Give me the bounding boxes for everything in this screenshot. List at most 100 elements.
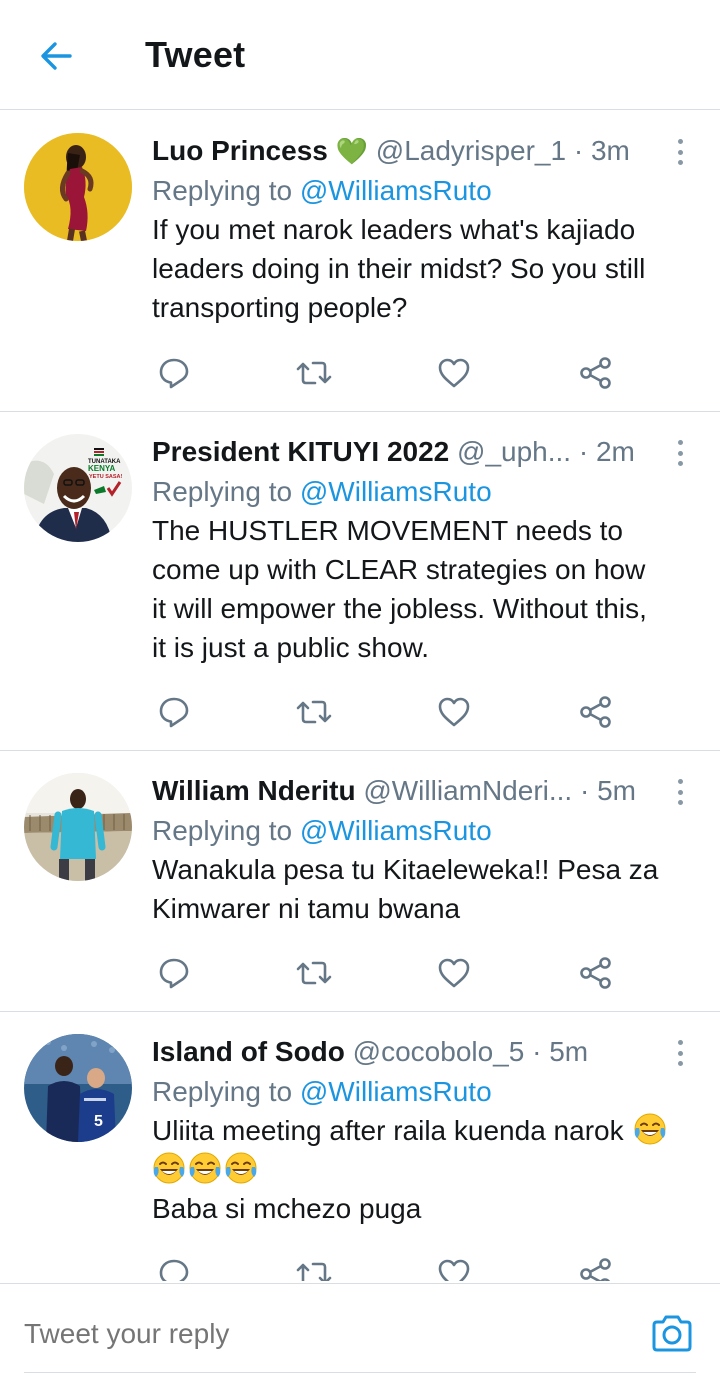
green-heart-emoji: 💚: [335, 136, 368, 166]
tweet-header: Luo Princess 💚 @Ladyrisper_1 · 3m: [152, 133, 660, 169]
share-icon: [580, 957, 611, 989]
mention-link[interactable]: @WilliamsRuto: [300, 1076, 492, 1107]
reply-list[interactable]: Luo Princess 💚 @Ladyrisper_1 · 3m Replyi…: [0, 111, 720, 1281]
retweet-button[interactable]: [294, 953, 334, 993]
share-icon: [580, 1258, 611, 1281]
tweet-text: Wanakula pesa tu Kitaeleweka!! Pesa za K…: [152, 854, 659, 924]
tears-of-joy-emoji: [225, 1152, 257, 1184]
more-vertical-icon: [677, 440, 683, 445]
like-icon: [438, 358, 470, 388]
camera-button[interactable]: [650, 1312, 694, 1356]
reply-input[interactable]: [24, 1316, 624, 1352]
tweet[interactable]: 5 Island of Sodo @cocobolo_5 · 5m Replyi…: [0, 1012, 720, 1281]
avatar[interactable]: [24, 133, 132, 241]
input-underline: [24, 1372, 696, 1373]
reply-icon: [159, 358, 189, 389]
like-icon: [438, 1259, 470, 1281]
separator-dot: ·: [532, 1036, 542, 1067]
reply-button[interactable]: [154, 353, 194, 393]
share-button[interactable]: [576, 1254, 616, 1281]
retweet-button[interactable]: [294, 353, 334, 393]
like-button[interactable]: [434, 353, 474, 393]
avatar[interactable]: 5: [24, 1034, 132, 1142]
reply-button[interactable]: [154, 692, 194, 732]
display-name[interactable]: Luo Princess: [152, 135, 328, 166]
retweet-button[interactable]: [294, 1254, 334, 1281]
like-icon: [438, 697, 470, 727]
separator-dot: ·: [580, 775, 590, 806]
retweet-icon: [296, 700, 332, 724]
tweet-actions: [152, 953, 632, 993]
retweet-icon: [296, 361, 332, 385]
tweet[interactable]: William Nderitu @WilliamNderi... · 5m Re…: [0, 751, 720, 1012]
reply-icon: [159, 697, 189, 728]
separator-dot: ·: [578, 436, 589, 467]
reply-composer: [0, 1283, 720, 1385]
reply-icon: [159, 1259, 189, 1281]
avatar[interactable]: [24, 773, 132, 881]
tweet[interactable]: Luo Princess 💚 @Ladyrisper_1 · 3m Replyi…: [0, 111, 720, 412]
tweet-header: William Nderitu @WilliamNderi... · 5m: [152, 773, 660, 809]
top-app-bar: Tweet: [0, 0, 720, 110]
tears-of-joy-emoji: [153, 1152, 185, 1184]
camera-icon: [652, 1315, 692, 1352]
retweet-button[interactable]: [294, 692, 334, 732]
tweet-text-line: Baba si mchezo puga: [152, 1193, 422, 1224]
more-options-button[interactable]: [670, 135, 690, 169]
tweet-text: The HUSTLER MOVEMENT needs to come up wi…: [152, 515, 647, 663]
tears-of-joy-emoji: [634, 1113, 666, 1145]
like-button[interactable]: [434, 692, 474, 732]
display-name[interactable]: President KITUYI 2022: [152, 436, 449, 467]
timestamp: 5m: [549, 1036, 589, 1067]
tweet-text: If you met narok leaders what's kajiado …: [152, 214, 646, 323]
share-button[interactable]: [576, 692, 616, 732]
user-handle[interactable]: @WilliamNderi...: [363, 775, 572, 806]
page-title: Tweet: [145, 34, 246, 75]
more-vertical-icon: [677, 1040, 683, 1045]
tweet-header: Island of Sodo @cocobolo_5 · 5m: [152, 1034, 660, 1070]
timestamp: 3m: [590, 135, 630, 166]
tweet-text-line: Uliita meeting after raila kuenda narok: [152, 1115, 624, 1146]
tweet[interactable]: TUNATAKA KENYA YETU SASA! President KITU…: [0, 412, 720, 751]
more-vertical-icon: [677, 779, 683, 784]
like-button[interactable]: [434, 953, 474, 993]
user-handle[interactable]: @Ladyrisper_1: [376, 135, 566, 166]
reply-button[interactable]: [154, 1254, 194, 1281]
more-vertical-icon: [677, 139, 683, 144]
like-button[interactable]: [434, 1254, 474, 1281]
tweet-header: President KITUYI 2022 @_uph... · 2m: [152, 434, 660, 470]
user-handle[interactable]: @_uph...: [457, 436, 571, 467]
back-button[interactable]: [36, 36, 76, 76]
replying-to-label: Replying to: [152, 1076, 293, 1107]
arrow-left-icon: [41, 42, 72, 70]
tweet-actions: [152, 353, 632, 393]
mention-link[interactable]: @WilliamsRuto: [300, 175, 492, 206]
like-icon: [438, 958, 470, 988]
avatar-slogan-3: YETU SASA!: [89, 474, 122, 480]
share-button[interactable]: [576, 353, 616, 393]
replying-to: Replying to @WilliamsRuto: [152, 1073, 492, 1111]
share-icon: [580, 696, 611, 728]
user-handle[interactable]: @cocobolo_5: [353, 1036, 525, 1067]
display-name[interactable]: Island of Sodo: [152, 1036, 345, 1067]
timestamp: 2m: [595, 436, 635, 467]
more-options-button[interactable]: [670, 775, 690, 809]
separator-dot: ·: [573, 135, 584, 166]
more-options-button[interactable]: [670, 436, 690, 470]
more-options-button[interactable]: [670, 1036, 690, 1070]
avatar[interactable]: TUNATAKA KENYA YETU SASA!: [24, 434, 132, 542]
mention-link[interactable]: @WilliamsRuto: [300, 815, 492, 846]
tweet-text: Uliita meeting after raila kuenda narok …: [152, 1111, 697, 1228]
tweet-actions: [152, 692, 632, 732]
replying-to-label: Replying to: [152, 476, 293, 507]
retweet-icon: [296, 1262, 332, 1281]
reply-button[interactable]: [154, 953, 194, 993]
share-button[interactable]: [576, 953, 616, 993]
display-name[interactable]: William Nderitu: [152, 775, 356, 806]
replying-to-label: Replying to: [152, 175, 293, 206]
retweet-icon: [296, 961, 332, 985]
replying-to: Replying to @WilliamsRuto: [152, 812, 492, 850]
replying-to-label: Replying to: [152, 815, 293, 846]
mention-link[interactable]: @WilliamsRuto: [300, 476, 492, 507]
timestamp: 5m: [597, 775, 637, 806]
